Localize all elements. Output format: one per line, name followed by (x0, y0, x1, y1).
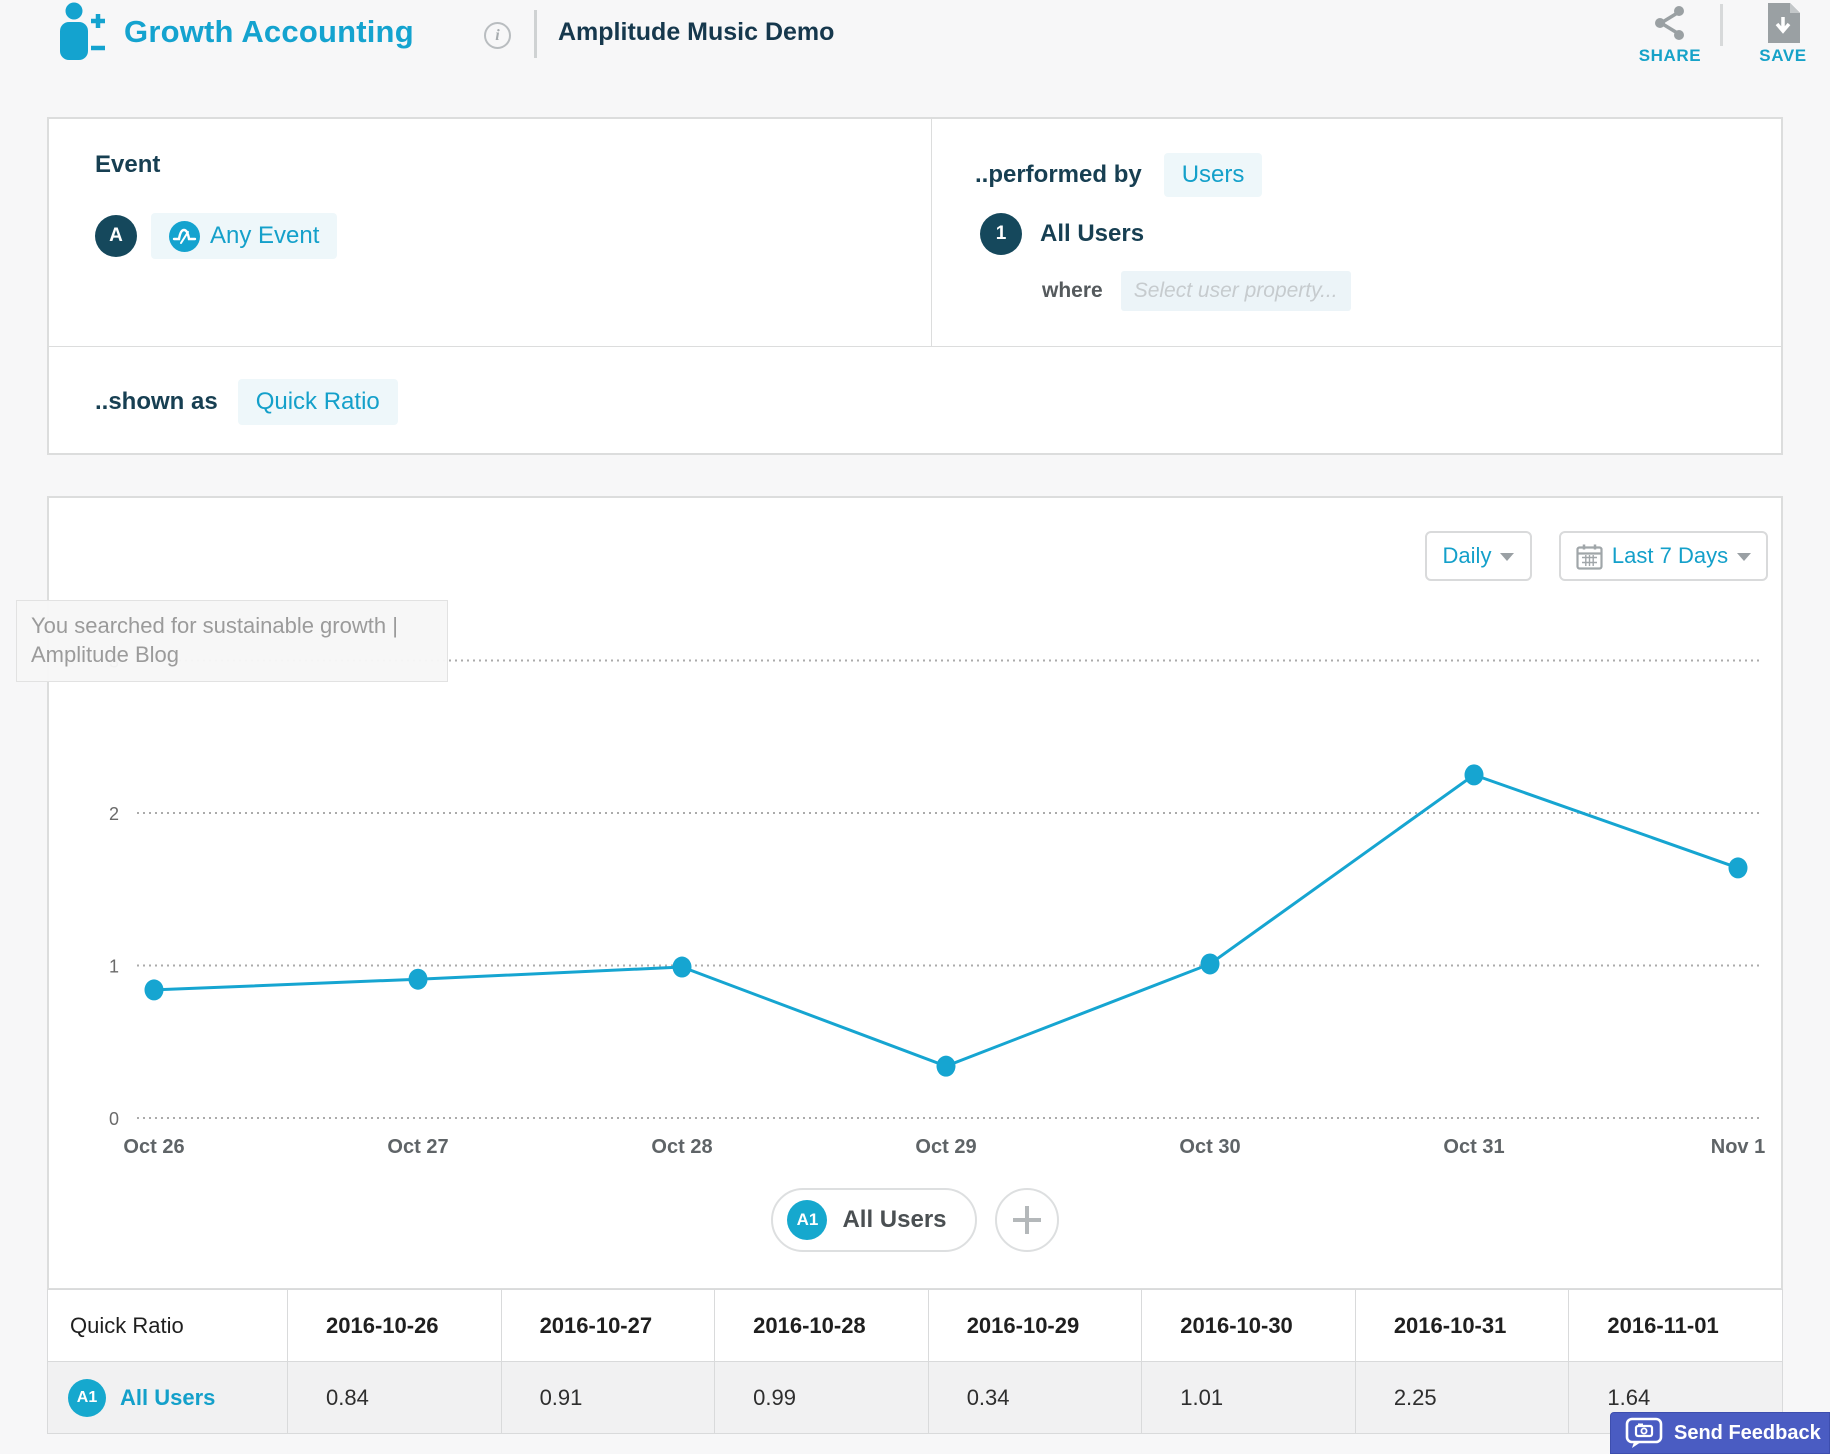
table-value-cell: 0.34 (928, 1362, 1142, 1434)
y-axis-label: 2 (109, 804, 119, 824)
data-point[interactable] (1201, 953, 1220, 974)
table-date-header: 2016-10-27 (501, 1290, 715, 1362)
series-badge: A1 (68, 1379, 106, 1417)
feedback-label: Send Feedback (1674, 1422, 1821, 1445)
app-header: Growth Accounting i Amplitude Music Demo… (0, 0, 1830, 100)
table-date-header: 2016-10-28 (715, 1290, 929, 1362)
page-title: Growth Accounting (124, 14, 414, 50)
table-row-header: A1 All Users (48, 1362, 288, 1434)
add-series-button[interactable] (995, 1188, 1059, 1252)
shown-as-selector[interactable]: Quick Ratio (238, 379, 398, 425)
panel-divider-horizontal (49, 346, 1781, 347)
panel-divider-vertical (931, 119, 932, 346)
feedback-camera-icon (1625, 1417, 1663, 1449)
save-icon (1738, 0, 1828, 46)
performed-by-label: ..performed by (975, 161, 1142, 189)
title-divider (534, 10, 537, 58)
save-button[interactable]: SAVE (1738, 0, 1828, 66)
x-axis-label: Oct 26 (123, 1136, 184, 1158)
series-label: All Users (842, 1206, 946, 1234)
table-body: A1All Users0.840.910.990.341.012.251.64 (48, 1362, 1783, 1434)
query-builder-panel: Event A Any Event ..performed by Users 1… (47, 117, 1783, 455)
y-axis-label: 1 (109, 957, 119, 977)
x-axis-label: Oct 31 (1443, 1136, 1504, 1158)
legend-series-all-users[interactable]: A1 All Users (771, 1188, 976, 1252)
x-axis-label: Nov 1 (1711, 1136, 1765, 1158)
segment-name[interactable]: All Users (1040, 220, 1144, 248)
x-axis-label: Oct 28 (651, 1136, 712, 1158)
user-property-placeholder: Select user property... (1134, 279, 1338, 303)
share-icon (1625, 0, 1715, 46)
document-title[interactable]: Amplitude Music Demo (558, 18, 834, 47)
share-button[interactable]: SHARE (1625, 0, 1715, 66)
header-divider (1720, 4, 1723, 46)
table-value-cell: 0.91 (501, 1362, 715, 1434)
table-value-cell: 2.25 (1355, 1362, 1569, 1434)
table-value-cell: 0.99 (715, 1362, 929, 1434)
growth-accounting-icon (52, 2, 106, 73)
amplitude-logo-icon (169, 221, 200, 252)
where-label: where (1042, 279, 1103, 303)
x-axis-label: Oct 29 (915, 1136, 976, 1158)
x-axis-label: Oct 27 (387, 1136, 448, 1158)
shown-as-label: ..shown as (95, 388, 218, 416)
info-icon[interactable]: i (484, 22, 511, 49)
x-axis-label: Oct 30 (1179, 1136, 1240, 1158)
y-axis-label: 0 (109, 1109, 119, 1129)
chart-legend: A1 All Users (49, 1188, 1781, 1252)
data-point[interactable] (409, 969, 428, 990)
event-selector-label: Any Event (210, 222, 319, 250)
send-feedback-button[interactable]: Send Feedback (1610, 1412, 1830, 1454)
data-point[interactable] (1729, 857, 1748, 878)
table-date-header: 2016-10-26 (288, 1290, 502, 1362)
data-point[interactable] (1465, 764, 1484, 785)
series-badge: A1 (787, 1200, 827, 1240)
search-result-tooltip: You searched for sustainable growth | Am… (16, 600, 448, 682)
quick-ratio-table: Quick Ratio2016-10-262016-10-272016-10-2… (47, 1289, 1783, 1434)
table-value-cell: 0.84 (288, 1362, 502, 1434)
event-section-label: Event (95, 151, 160, 179)
plus-icon (1013, 1206, 1041, 1234)
tooltip-line-2: Amplitude Blog (31, 640, 433, 669)
event-row-badge: A (95, 215, 137, 257)
table-date-header: 2016-10-31 (1355, 1290, 1569, 1362)
event-selector[interactable]: Any Event (151, 213, 337, 259)
table-metric-header: Quick Ratio (48, 1290, 288, 1362)
data-point[interactable] (673, 957, 692, 978)
data-point[interactable] (145, 979, 164, 1000)
table-row: A1All Users0.840.910.990.341.012.251.64 (48, 1362, 1783, 1434)
table-date-header: 2016-11-01 (1569, 1290, 1783, 1362)
table-value-cell: 1.01 (1142, 1362, 1356, 1434)
data-point[interactable] (937, 1056, 956, 1077)
table-series-label[interactable]: All Users (120, 1385, 215, 1411)
tooltip-line-1: You searched for sustainable growth | (31, 611, 433, 640)
user-property-input[interactable]: Select user property... (1121, 271, 1351, 311)
table-header-row: Quick Ratio2016-10-262016-10-272016-10-2… (48, 1290, 1783, 1362)
shown-as-selector-label: Quick Ratio (256, 388, 380, 416)
performed-by-selector-label: Users (1182, 161, 1245, 189)
segment-row-badge: 1 (980, 213, 1022, 255)
performed-by-selector[interactable]: Users (1164, 153, 1263, 197)
table-date-header: 2016-10-29 (928, 1290, 1142, 1362)
chart-line (154, 775, 1738, 1066)
table-date-header: 2016-10-30 (1142, 1290, 1356, 1362)
